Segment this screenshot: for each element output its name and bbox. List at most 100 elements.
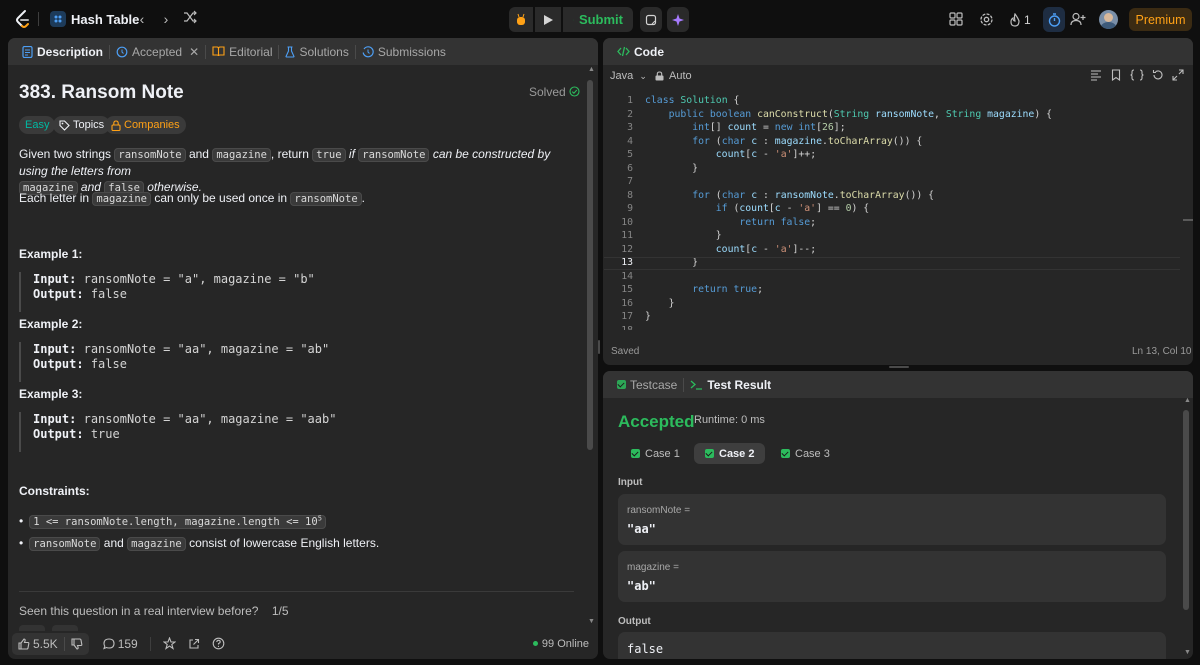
footer-divider (149, 636, 151, 651)
line-number: 7 (627, 176, 633, 187)
ai-sparkle-icon[interactable] (667, 7, 689, 32)
tab-solutions[interactable]: Solutions (279, 45, 354, 59)
like-button[interactable]: 5.5K (12, 633, 64, 655)
terminal-icon (690, 380, 703, 390)
tab-description[interactable]: Description (16, 45, 109, 59)
leetcode-logo[interactable] (13, 9, 33, 29)
submit-label: Submit (578, 12, 623, 27)
output-box: false (618, 632, 1166, 659)
tab-code[interactable]: Code (611, 45, 670, 59)
tab-testcase[interactable]: Testcase (611, 378, 683, 392)
var-value: "aa" (627, 522, 656, 536)
description-scrollbar[interactable] (587, 80, 593, 450)
problem-title[interactable]: 383. Ransom Note (19, 82, 184, 104)
scroll-up-arrow[interactable]: ▲ (1184, 397, 1191, 404)
var-value: "ab" (627, 579, 656, 593)
run-button[interactable] (535, 7, 561, 32)
line-number: 1 (627, 95, 633, 106)
favorite-star-icon[interactable] (157, 633, 182, 655)
language-selector[interactable]: Java ⌄ (610, 70, 647, 82)
case-2-button[interactable]: Case 2 (694, 443, 766, 464)
constraints-title: Constraints: (19, 484, 90, 498)
braces-icon[interactable] (1130, 69, 1144, 81)
problem-list-title[interactable]: Hash Table (71, 12, 139, 27)
editor-toolbar (1090, 69, 1184, 81)
document-icon (22, 45, 33, 58)
problem-list-icon[interactable] (50, 11, 66, 27)
check-icon (631, 449, 640, 458)
result-tabs: Testcase Test Result (603, 371, 1193, 398)
scroll-down-arrow[interactable]: ▼ (1184, 649, 1191, 656)
format-icon[interactable] (1090, 69, 1102, 81)
problem-statement: Given two strings ransomNote and magazin… (19, 147, 551, 195)
tag-icon (59, 119, 70, 131)
fire-icon (1010, 12, 1020, 27)
streak-counter[interactable]: 1 (1009, 7, 1035, 32)
debug-icon[interactable] (509, 7, 533, 32)
line-number: 3 (627, 122, 633, 133)
case-1-button[interactable]: Case 1 (620, 443, 691, 464)
panel-resize-handle[interactable] (889, 366, 909, 368)
settings-gear-icon[interactable] (979, 7, 995, 32)
vertical-resize-handle[interactable] (598, 340, 600, 354)
thumbs-down-icon (71, 637, 83, 650)
shuffle-icon[interactable] (181, 10, 199, 28)
code-brackets-icon (617, 46, 630, 57)
check-icon (781, 449, 790, 458)
example-3-title: Example 3: (19, 387, 83, 401)
history-icon (116, 46, 128, 57)
line-number: 8 (627, 189, 633, 201)
line-number: 6 (627, 162, 633, 174)
topics-tag[interactable]: Topics (53, 116, 111, 134)
problem-statement-2: Each letter in magazine can only be used… (19, 191, 365, 206)
prev-problem-icon[interactable]: ‹ (133, 10, 151, 28)
auto-mode-toggle[interactable]: Auto (655, 70, 692, 82)
tab-editorial[interactable]: Editorial (206, 45, 278, 59)
help-icon[interactable] (206, 633, 231, 655)
timer-icon[interactable] (1043, 7, 1065, 32)
comments-button[interactable]: 159 (97, 633, 144, 655)
comment-icon (102, 637, 115, 649)
example-2-box: Input: ransomNote = "aa", magazine = "ab… (19, 342, 574, 382)
submit-button[interactable]: Submit (563, 7, 633, 32)
line-number: 14 (621, 270, 633, 282)
tab-accepted[interactable]: Accepted ✕ (110, 45, 205, 59)
layout-icon[interactable] (949, 7, 965, 32)
next-problem-icon[interactable]: › (157, 10, 175, 28)
check-circle-icon (569, 86, 580, 97)
result-scrollbar[interactable] (1183, 410, 1189, 610)
book-icon (212, 46, 225, 57)
tab-submissions[interactable]: Submissions (356, 45, 452, 59)
premium-button[interactable]: Premium (1129, 8, 1192, 31)
dislike-button[interactable] (65, 633, 89, 655)
line-number: 18 (604, 324, 633, 330)
line-number: 12 (621, 243, 633, 255)
add-friend-icon[interactable] (1070, 7, 1086, 32)
line-number: 16 (621, 297, 633, 309)
case-3-button[interactable]: Case 3 (770, 443, 841, 464)
line-number: 10 (621, 216, 633, 228)
scroll-down-arrow[interactable]: ▼ (588, 618, 595, 625)
cloud-upload-icon (573, 19, 574, 20)
notes-icon[interactable] (640, 7, 662, 32)
bookmark-icon[interactable] (1110, 69, 1122, 81)
example-3-box: Input: ransomNote = "aa", magazine = "aa… (19, 412, 574, 452)
var-name: ransomNote = (627, 505, 691, 516)
flask-icon (285, 45, 296, 58)
code-editor[interactable]: 123456789101112131415161718 class Soluti… (604, 93, 1180, 333)
tab-test-result[interactable]: Test Result (684, 378, 777, 392)
close-tab-icon[interactable]: ✕ (189, 45, 199, 59)
share-icon[interactable] (182, 633, 206, 655)
difficulty-tag[interactable]: Easy (19, 116, 56, 134)
reset-icon[interactable] (1152, 69, 1164, 81)
chevron-down-icon: ⌄ (639, 71, 647, 81)
line-number: 17 (621, 311, 633, 322)
expand-icon[interactable] (1172, 69, 1184, 81)
verdict-accepted: Accepted (618, 412, 695, 431)
line-number: 15 (621, 284, 633, 295)
avatar[interactable] (1099, 10, 1118, 29)
line-number: 5 (627, 149, 633, 160)
companies-tag[interactable]: Companies (105, 116, 186, 134)
input-label: Input (618, 477, 643, 488)
scroll-up-arrow[interactable]: ▲ (588, 66, 595, 73)
